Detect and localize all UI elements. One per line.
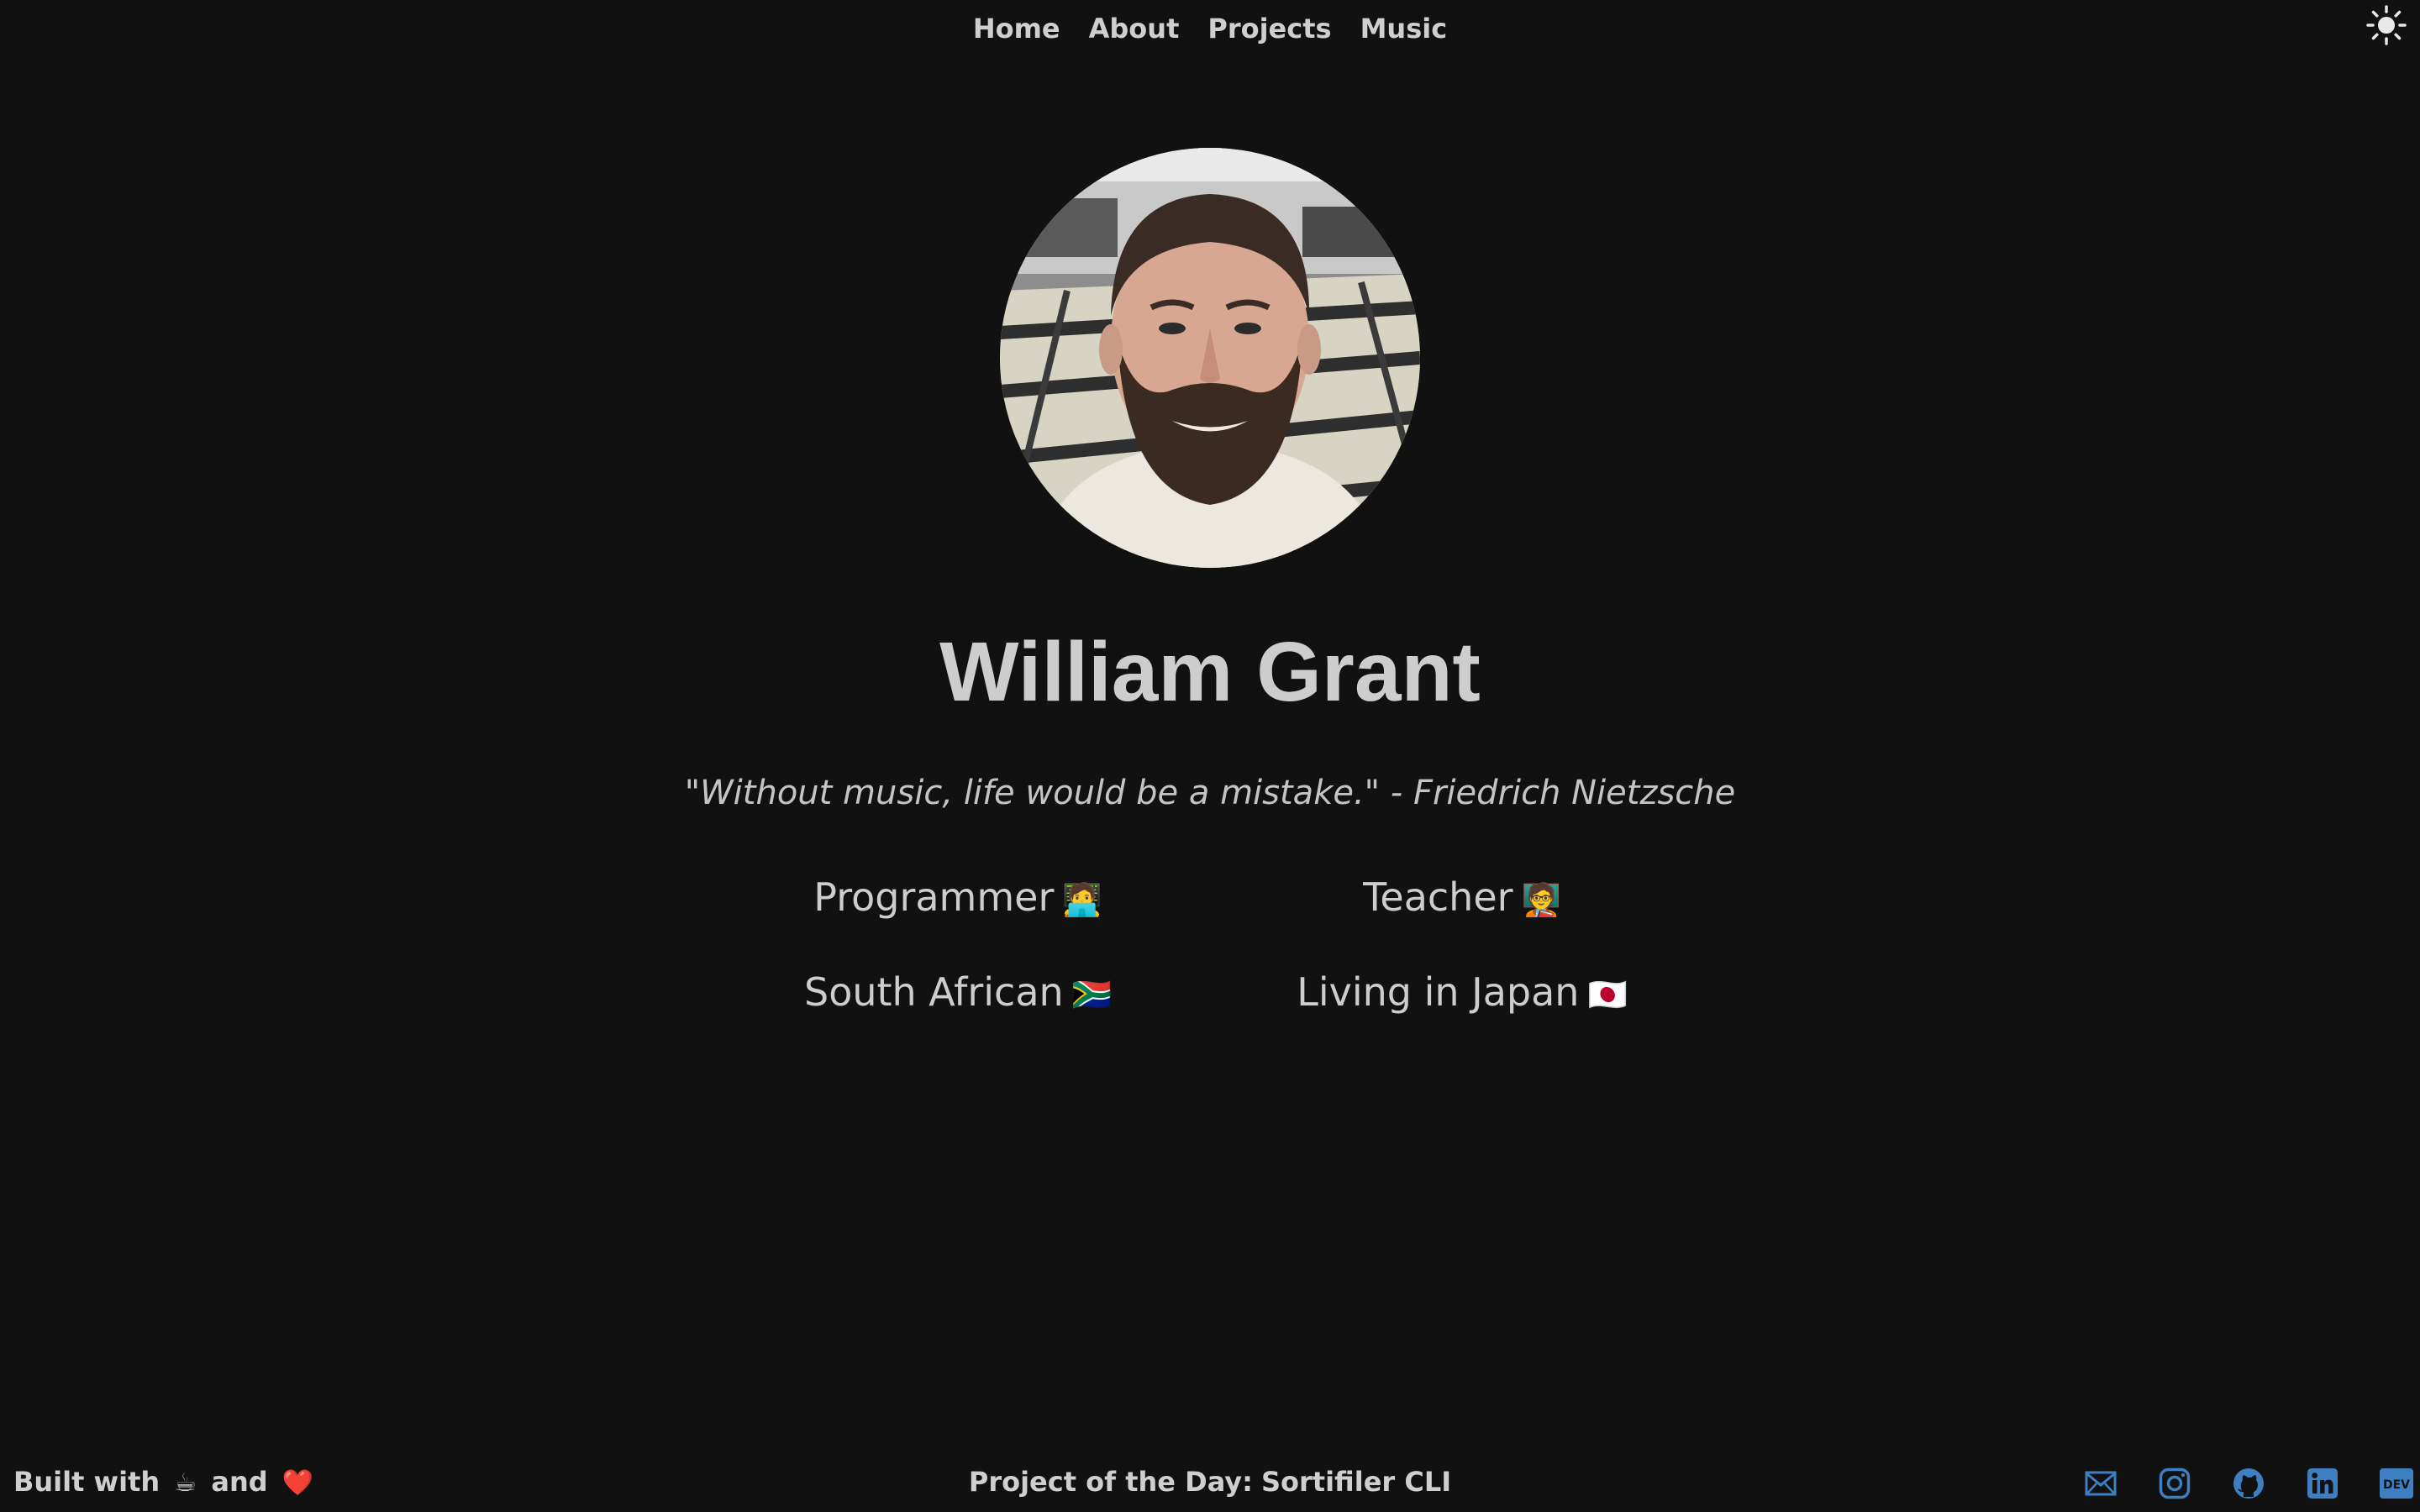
project-of-the-day-label: Project of the Day: — [968, 1466, 1253, 1498]
nav-home-link[interactable]: Home — [973, 10, 1060, 47]
nav-about-link[interactable]: About — [1089, 10, 1180, 47]
theme-toggle-button[interactable] — [2365, 3, 2408, 47]
instagram-link[interactable] — [2158, 1467, 2191, 1500]
social-links: DEV — [2084, 1467, 2413, 1500]
github-link[interactable] — [2232, 1467, 2265, 1500]
dev-icon-text: DEV — [2383, 1478, 2410, 1492]
programmer-emoji-icon: 🧑‍💻 — [1062, 881, 1102, 918]
dev-icon: DEV — [2380, 1468, 2413, 1499]
project-of-the-day: Project of the Day: Sortifiler CLI — [0, 1463, 2420, 1500]
linkedin-link[interactable] — [2306, 1467, 2339, 1500]
instagram-icon — [2159, 1467, 2191, 1499]
fact-item: Programmer 🧑‍💻 — [706, 874, 1210, 923]
teacher-emoji-icon: 🧑‍🏫 — [1521, 881, 1561, 918]
japan-flag-icon: 🇯🇵 — [1587, 976, 1628, 1013]
page: Home About Projects Music William Grant … — [0, 0, 2420, 1512]
profile-quote: "Without music, life would be a mistake.… — [684, 774, 1736, 812]
sun-icon — [2366, 5, 2407, 45]
fact-label: South African — [804, 969, 1064, 1015]
github-icon — [2233, 1468, 2264, 1499]
mail-icon — [2085, 1471, 2117, 1496]
south-africa-flag-icon: 🇿🇦 — [1071, 976, 1112, 1013]
nav-projects-link[interactable]: Projects — [1207, 10, 1331, 47]
footer: Built with ☕ and ❤️ Project of the Day: S… — [0, 1458, 2420, 1512]
profile-photo — [1000, 148, 1420, 568]
facts-grid: Programmer 🧑‍💻 Teacher 🧑‍🏫 South African 🇿🇦… — [706, 874, 1714, 1018]
fact-label: Teacher — [1363, 874, 1513, 920]
top-nav: Home About Projects Music — [0, 10, 2420, 47]
project-of-the-day-link[interactable]: Sortifiler CLI — [1261, 1466, 1451, 1498]
mail-link[interactable] — [2084, 1467, 2118, 1500]
nav-music-link[interactable]: Music — [1360, 10, 1448, 47]
fact-label: Programmer — [813, 874, 1055, 920]
profile-name: William Grant — [939, 625, 1481, 719]
fact-item: South African 🇿🇦 — [706, 969, 1210, 1018]
profile-avatar — [1000, 148, 1420, 568]
fact-label: Living in Japan — [1297, 969, 1580, 1015]
fact-item: Teacher 🧑‍🏫 — [1210, 874, 1714, 923]
fact-item: Living in Japan 🇯🇵 — [1210, 969, 1714, 1018]
dev-link[interactable]: DEV — [2380, 1467, 2413, 1500]
linkedin-icon — [2307, 1468, 2338, 1499]
